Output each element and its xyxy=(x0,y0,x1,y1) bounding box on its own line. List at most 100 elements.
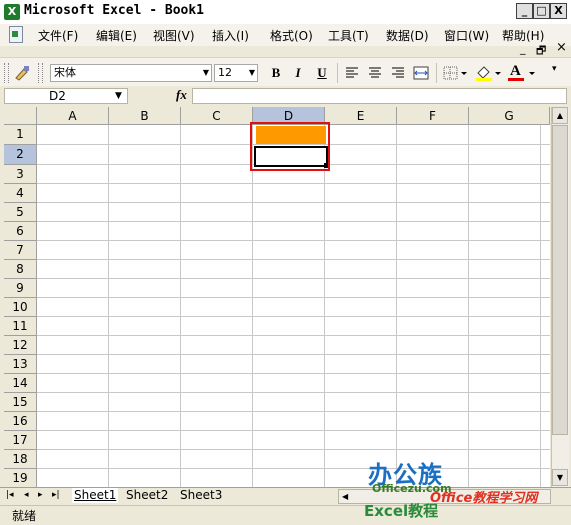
row-header-14[interactable]: 14 xyxy=(4,374,37,393)
formula-input[interactable] xyxy=(192,88,567,104)
toolbar-separator xyxy=(337,63,338,83)
menu-window[interactable]: 窗口(W) xyxy=(444,27,489,44)
row-header-4[interactable]: 4 xyxy=(4,184,37,203)
select-all-corner[interactable] xyxy=(4,107,37,125)
row-header-12[interactable]: 12 xyxy=(4,336,37,355)
italic-button[interactable]: I xyxy=(288,64,308,82)
bold-button[interactable]: B xyxy=(266,64,286,82)
grid-line xyxy=(37,392,550,393)
window-title: Microsoft Excel - Book1 xyxy=(24,3,205,18)
row-header-18[interactable]: 18 xyxy=(4,450,37,469)
format-painter-icon[interactable] xyxy=(12,64,32,82)
align-left-icon[interactable] xyxy=(343,64,361,82)
scroll-down-icon[interactable]: ▼ xyxy=(552,469,568,486)
font-color-icon[interactable]: A xyxy=(506,63,536,82)
toolbar-grip[interactable] xyxy=(4,63,9,83)
excel-app-icon[interactable]: X xyxy=(4,4,20,20)
font-size-value: 12 xyxy=(218,66,232,79)
column-header-a[interactable]: A xyxy=(37,107,109,125)
row-header-3[interactable]: 3 xyxy=(4,165,37,184)
align-right-icon[interactable] xyxy=(389,64,407,82)
font-name-select[interactable]: 宋体 ▼ xyxy=(50,64,212,82)
formatting-toolbar: 宋体 ▼ 12 ▼ B I U A ▾ xyxy=(0,57,571,87)
grid-line xyxy=(37,430,550,431)
row-header-16[interactable]: 16 xyxy=(4,412,37,431)
grid-line xyxy=(180,125,181,487)
sheet-tab-sheet3[interactable]: Sheet3 xyxy=(178,488,224,503)
row-header-7[interactable]: 7 xyxy=(4,241,37,260)
column-header-f[interactable]: F xyxy=(397,107,469,125)
grid-line xyxy=(37,278,550,279)
doc-close-button[interactable]: × xyxy=(556,40,567,55)
grid-line xyxy=(37,259,550,260)
last-sheet-icon[interactable]: ▸| xyxy=(52,490,60,500)
column-header-e[interactable]: E xyxy=(325,107,397,125)
row-header-10[interactable]: 10 xyxy=(4,298,37,317)
row-header-9[interactable]: 9 xyxy=(4,279,37,298)
grid-line xyxy=(37,202,550,203)
row-header-8[interactable]: 8 xyxy=(4,260,37,279)
grid-line xyxy=(37,335,550,336)
workbook-icon[interactable] xyxy=(9,26,23,43)
grid-line xyxy=(37,411,550,412)
insert-function-icon[interactable]: fx xyxy=(176,87,187,103)
column-header-g[interactable]: G xyxy=(469,107,550,125)
vertical-scrollbar[interactable]: ▲ ▼ xyxy=(551,107,569,487)
grid-line xyxy=(37,240,550,241)
watermark-excel: Excel教程 xyxy=(364,502,439,520)
fill-color-icon[interactable] xyxy=(474,64,502,82)
first-sheet-icon[interactable]: |◂ xyxy=(6,490,14,500)
name-box[interactable]: D2 ▼ xyxy=(4,88,128,104)
prev-sheet-icon[interactable]: ◂ xyxy=(24,490,29,500)
menu-edit[interactable]: 编辑(E) xyxy=(96,27,137,44)
align-center-icon[interactable] xyxy=(366,64,384,82)
column-header-b[interactable]: B xyxy=(109,107,181,125)
row-header-13[interactable]: 13 xyxy=(4,355,37,374)
merge-center-icon[interactable] xyxy=(412,64,430,82)
row-header-19[interactable]: 19 xyxy=(4,469,37,487)
font-name-value: 宋体 xyxy=(54,66,76,79)
menu-view[interactable]: 视图(V) xyxy=(153,27,195,44)
grid-line xyxy=(540,125,541,487)
menu-bar: 文件(F) 编辑(E) 视图(V) 插入(I) 格式(O) 工具(T) 数据(D… xyxy=(0,24,571,46)
row-header-2[interactable]: 2 xyxy=(4,145,37,165)
status-bar xyxy=(0,505,571,525)
toolbar-separator xyxy=(436,63,437,83)
sheet-tab-sheet2[interactable]: Sheet2 xyxy=(124,488,170,503)
grid-line xyxy=(37,183,550,184)
minimize-button[interactable]: _ xyxy=(516,3,533,19)
grid-line xyxy=(37,221,550,222)
watermark-office68: Office教程学习网 xyxy=(430,491,538,506)
next-sheet-icon[interactable]: ▸ xyxy=(38,490,43,500)
column-header-c[interactable]: C xyxy=(181,107,253,125)
menu-tools[interactable]: 工具(T) xyxy=(328,27,369,44)
toolbar-grip[interactable] xyxy=(38,63,43,83)
toolbar-options-icon[interactable]: ▾ xyxy=(552,64,564,82)
grid-line xyxy=(37,373,550,374)
row-header-15[interactable]: 15 xyxy=(4,393,37,412)
title-bar: X Microsoft Excel - Book1 _ □ X xyxy=(0,0,571,24)
menu-format[interactable]: 格式(O) xyxy=(270,27,313,44)
scroll-thumb[interactable] xyxy=(552,125,568,435)
scroll-up-icon[interactable]: ▲ xyxy=(552,107,568,124)
grid-line xyxy=(396,125,397,487)
underline-button[interactable]: U xyxy=(312,64,332,82)
row-header-1[interactable]: 1 xyxy=(4,125,37,145)
menu-file[interactable]: 文件(F) xyxy=(38,27,78,44)
row-header-11[interactable]: 11 xyxy=(4,317,37,336)
menu-insert[interactable]: 插入(I) xyxy=(212,27,249,44)
doc-minimize-button[interactable]: _ xyxy=(520,42,526,55)
row-header-5[interactable]: 5 xyxy=(4,203,37,222)
sheet-tab-sheet1[interactable]: Sheet1 xyxy=(72,488,119,503)
menu-data[interactable]: 数据(D) xyxy=(386,27,429,44)
grid-line xyxy=(324,125,325,487)
chevron-down-icon[interactable]: ▼ xyxy=(115,89,122,103)
row-header-6[interactable]: 6 xyxy=(4,222,37,241)
close-button[interactable]: X xyxy=(550,3,567,19)
scroll-left-icon[interactable]: ◀ xyxy=(342,490,348,503)
font-size-select[interactable]: 12 ▼ xyxy=(214,64,258,82)
grid-line xyxy=(37,316,550,317)
row-header-17[interactable]: 17 xyxy=(4,431,37,450)
borders-icon[interactable] xyxy=(442,64,468,82)
restore-button[interactable]: □ xyxy=(533,3,550,19)
